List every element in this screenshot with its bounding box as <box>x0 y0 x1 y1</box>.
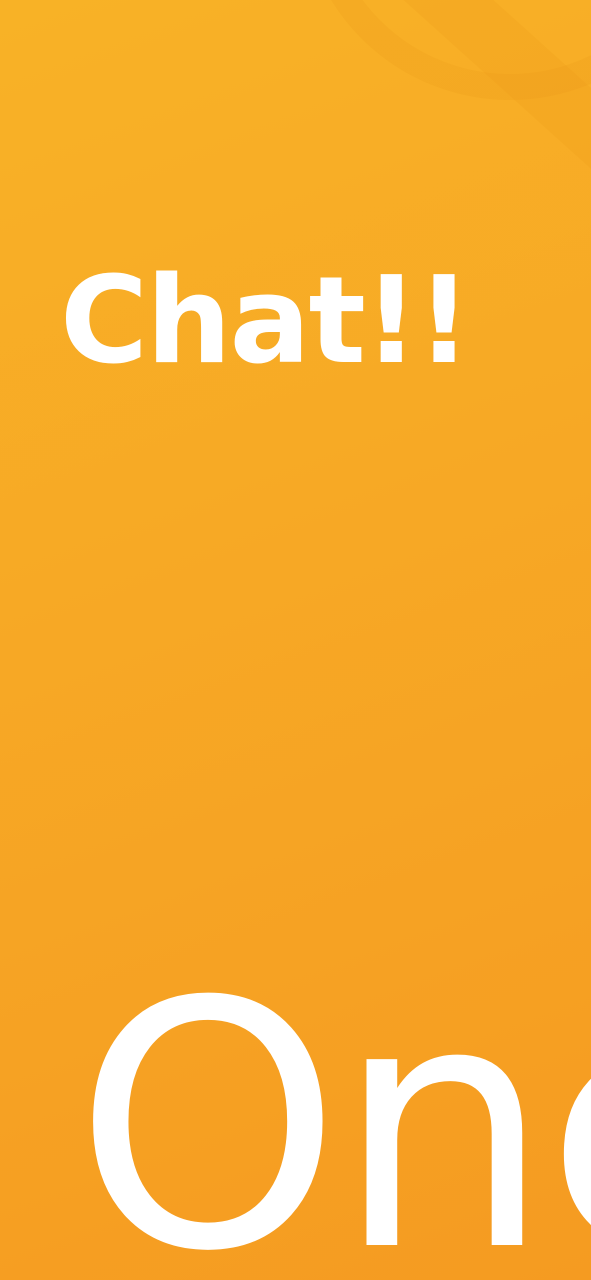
brand-wordmark: One <box>74 930 591 1280</box>
chat-heading: Chat!! <box>60 252 471 391</box>
splash-screen: Chat!! One <box>0 0 591 1280</box>
